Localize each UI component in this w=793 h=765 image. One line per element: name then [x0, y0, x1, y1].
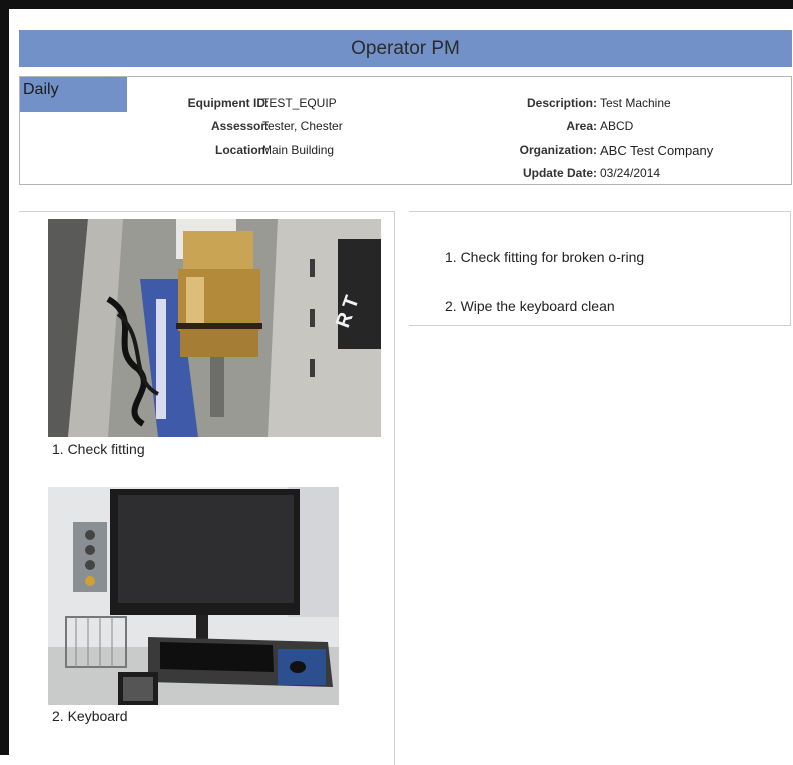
- photo-panel: R T 1. Check fitting 2. Keyboard: [19, 211, 395, 765]
- organization-value: ABC Test Company: [600, 143, 714, 158]
- location-value: Main Building: [262, 143, 335, 157]
- photo-caption: 2. Keyboard: [52, 708, 128, 724]
- instruction-step: 2. Wipe the keyboard clean: [445, 298, 615, 314]
- frequency-tab[interactable]: Daily: [20, 77, 127, 112]
- assessor-label: Assessor:: [210, 119, 269, 133]
- description-value: Test Machine: [600, 96, 671, 110]
- fitting-photo[interactable]: R T: [48, 219, 381, 437]
- organization-label: Organization:: [519, 143, 597, 157]
- instruction-step: 1. Check fitting for broken o-ring: [445, 249, 645, 265]
- location-label: Location:: [215, 143, 269, 157]
- area-label: Area:: [566, 119, 597, 133]
- keyboard-photo[interactable]: [48, 487, 339, 705]
- description-label: Description:: [526, 96, 597, 110]
- area-value: ABCD: [600, 119, 634, 133]
- equipment-id-value: TEST_EQUIP: [262, 96, 337, 110]
- page-frame: Operator PM Daily Equipment ID: TEST_EQU…: [0, 0, 793, 765]
- instructions-panel: 1. Check fitting for broken o-ring 2. Wi…: [409, 211, 791, 326]
- update-date-value: 03/24/2014: [600, 166, 661, 180]
- assessor-value: Tester, Chester: [262, 119, 343, 133]
- equipment-info-panel: Daily Equipment ID: TEST_EQUIP Assessor:…: [19, 76, 792, 185]
- update-date-label: Update Date:: [522, 166, 597, 180]
- equipment-id-label: Equipment ID:: [187, 96, 269, 110]
- page-title: Operator PM: [19, 30, 792, 67]
- photo-caption: 1. Check fitting: [52, 441, 145, 457]
